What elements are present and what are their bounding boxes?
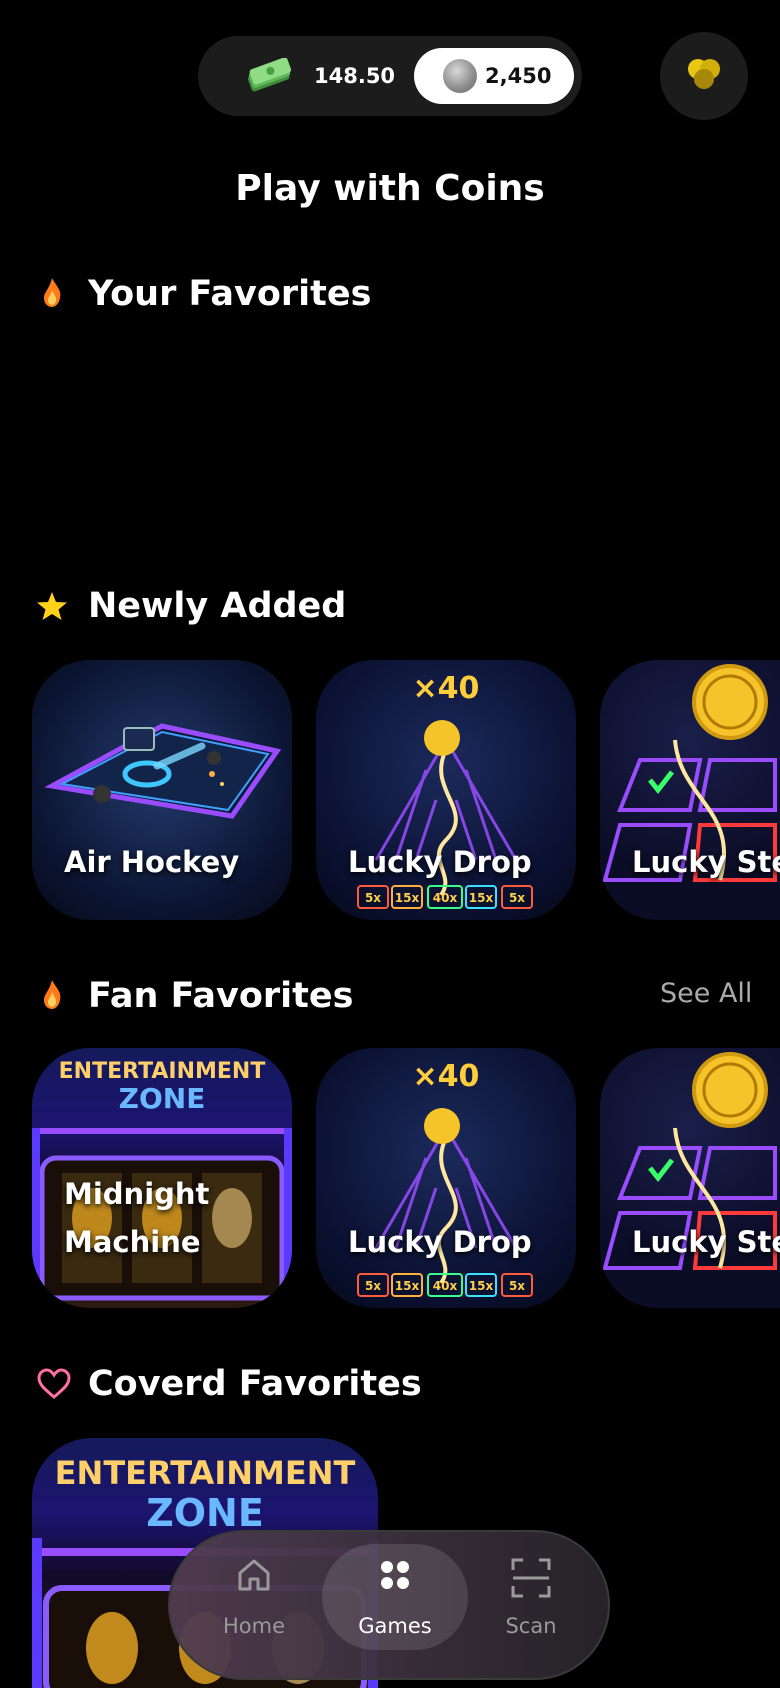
slot-label: 15x (469, 1279, 494, 1293)
zone-text: ENTERTAINMENT (55, 1454, 356, 1492)
cash-balance: 148.50 (314, 64, 396, 88)
slot-label: 5x (509, 891, 525, 905)
multiplier-text: ×40 (413, 1059, 480, 1094)
see-all-link[interactable]: See All (660, 974, 752, 1014)
nav-label-scan: Scan (505, 1614, 557, 1638)
nav-item-home[interactable]: Home (194, 1556, 314, 1640)
fire-icon (44, 278, 61, 307)
slot-label: 15x (395, 891, 420, 905)
slot-label: 15x (469, 891, 494, 905)
coins-menu-button[interactable] (660, 32, 748, 120)
your-favorites-title: Your Favorites (88, 274, 372, 314)
game-card-midnight-machine[interactable]: ENTERTAINMENT ZONE Midnight Machine (32, 1048, 292, 1308)
nav-label-home: Home (222, 1614, 285, 1638)
nav-item-scan[interactable]: Scan (471, 1556, 591, 1640)
fire-icon (44, 980, 61, 1009)
nav-item-games[interactable]: Games (335, 1556, 455, 1640)
fan-favorites-title: Fan Favorites (88, 976, 354, 1016)
cash-stack-icon (247, 58, 292, 92)
lucky-drop-art: ×40 5x 15x 40x 15x 5x (357, 1059, 533, 1297)
games-grid-icon (381, 1561, 409, 1589)
game-card-air-hockey[interactable]: Air Hockey (32, 660, 292, 920)
gold-coins-icon (688, 59, 720, 89)
slot-label: 15x (395, 1279, 420, 1293)
coverd-favorites-title: Coverd Favorites (88, 1364, 422, 1404)
home-icon (238, 1559, 270, 1591)
page-title: Play with Coins (235, 168, 545, 209)
game-card-lucky-step[interactable]: Lucky Step (600, 1048, 780, 1308)
newly-added-title: Newly Added (88, 586, 347, 626)
zone-text: ENTERTAINMENT (59, 1059, 266, 1084)
zone-text: ZONE (119, 1082, 206, 1115)
card-label: Lucky Step (632, 845, 780, 879)
card-label-line1: Midnight (64, 1177, 210, 1211)
card-label: Lucky Step (632, 1225, 780, 1259)
game-card-lucky-step[interactable]: Lucky Step (600, 660, 780, 920)
slot-label: 5x (365, 1279, 381, 1293)
game-card-lucky-drop[interactable]: ×40 5x 15x 40x 15x 5x Lucky Drop (316, 1048, 576, 1308)
card-label: Lucky Drop (348, 1225, 532, 1259)
card-label: Lucky Drop (348, 845, 532, 879)
scan-icon (511, 1558, 551, 1598)
heart-icon (37, 1368, 71, 1399)
slot-label: 5x (509, 1279, 525, 1293)
slot-label: 5x (365, 891, 381, 905)
nav-label-games: Games (358, 1614, 432, 1638)
card-label: Air Hockey (64, 845, 240, 879)
slot-label: 40x (433, 1279, 458, 1293)
lucky-step-art (602, 1052, 777, 1270)
game-card-lucky-drop[interactable]: ×40 5x 15x 40x 15x 5x Lucky Drop (316, 660, 576, 920)
multiplier-text: ×40 (413, 671, 480, 706)
zone-text: ZONE (146, 1491, 264, 1535)
coin-icon (443, 59, 477, 93)
coin-balance: 2,450 (485, 64, 552, 88)
slot-label: 40x (433, 891, 458, 905)
card-label-line2: Machine (64, 1225, 201, 1259)
star-icon (37, 592, 67, 620)
